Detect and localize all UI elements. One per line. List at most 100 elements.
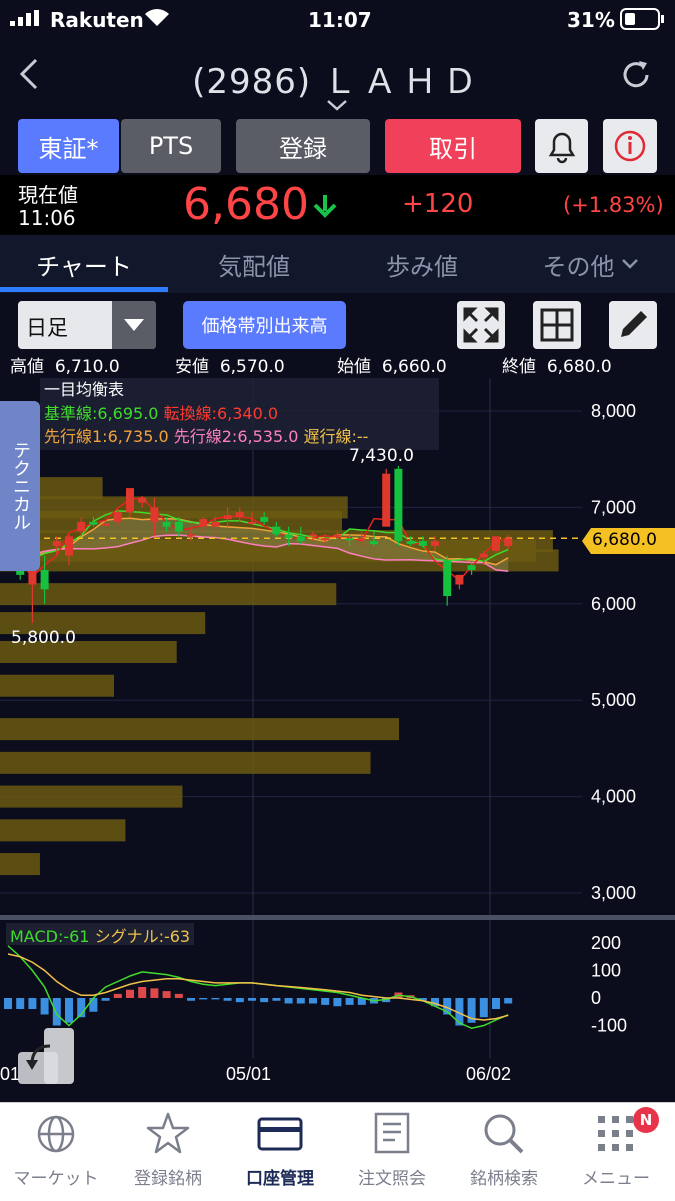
price-axis-tick: 6,000	[591, 594, 636, 614]
volume-profile-bar	[0, 718, 399, 741]
macd-histogram-bar	[492, 998, 500, 1009]
macd-histogram-bar	[479, 998, 488, 1018]
price-row: 現在値 11:06 6,680 +120 (+1.83%)	[0, 175, 675, 235]
card-icon	[257, 1117, 303, 1151]
technical-side-tab[interactable]: テクニカル	[0, 401, 40, 571]
nav-search[interactable]: 銘柄検索	[448, 1103, 560, 1201]
volume-profile-button[interactable]: 価格帯別出来高	[183, 301, 346, 349]
tab-other[interactable]: その他	[506, 235, 675, 293]
tab-chart-label: チャート	[36, 252, 132, 281]
price-chart[interactable]: 8,000 7,000 6,000 5,000 4,000 3,000 200 100 0 -10…	[0, 378, 675, 1098]
menu-badge-label: N	[639, 1111, 653, 1129]
refresh-icon[interactable]	[619, 58, 653, 96]
macd-histogram-bar	[333, 998, 342, 1007]
market-tse-button[interactable]: 東証*	[18, 119, 119, 173]
candle-body	[138, 497, 147, 503]
tab-quote[interactable]: 気配値	[170, 235, 338, 293]
candle-body	[52, 541, 61, 546]
candle-body	[187, 534, 195, 537]
candle-body	[284, 534, 293, 539]
expand-icon	[463, 307, 499, 343]
candle-body	[272, 526, 281, 535]
candle-body	[357, 538, 366, 541]
nav-watchlist[interactable]: 登録銘柄	[112, 1103, 224, 1201]
menu-badge: N	[633, 1107, 659, 1133]
pts-label: PTS	[148, 132, 194, 160]
candle-body	[260, 517, 269, 522]
ohlc-high: 高値 6,710.0	[10, 352, 120, 377]
register-button[interactable]: 登録	[236, 119, 370, 173]
pencil-icon	[621, 311, 647, 337]
alert-button[interactable]	[535, 119, 588, 173]
candle-body	[492, 536, 500, 551]
nav-menu-label: メニュー	[582, 1169, 650, 1189]
macd-histogram-bar	[296, 998, 305, 1004]
fullscreen-button[interactable]	[457, 301, 505, 349]
scroll-back-button[interactable]	[18, 1028, 76, 1086]
ohlc-open-value: 6,660.0	[381, 357, 447, 377]
candle-body	[467, 565, 476, 571]
peak-annotation: 7,430.0	[349, 446, 414, 466]
macd-histogram-bar	[199, 998, 208, 1000]
current-price-value: 6,680	[183, 179, 309, 230]
nav-orders[interactable]: 注文照会	[336, 1103, 448, 1201]
macd-histogram-bar	[4, 998, 12, 1009]
chikou-label: 遅行線:--	[303, 427, 369, 446]
price-axis-tick: 7,000	[591, 497, 636, 517]
candle-body	[223, 515, 232, 519]
candle-body	[89, 521, 98, 525]
candle-body	[418, 541, 427, 546]
ohlc-open-label: 始値	[337, 357, 371, 377]
price-change: +120	[402, 189, 474, 219]
macd-histogram-bar	[309, 998, 317, 1004]
nav-market[interactable]: マーケット	[0, 1103, 112, 1201]
candle-body	[370, 541, 378, 545]
candle-body	[162, 521, 171, 527]
candle-body	[77, 521, 86, 532]
trade-button[interactable]: 取引	[385, 119, 521, 173]
price-axis-tick: 4,000	[591, 787, 636, 807]
price-axis-tick: 3,000	[591, 883, 636, 903]
ohlc-low: 安値 6,570.0	[175, 352, 285, 377]
candle-body	[174, 521, 183, 532]
nav-account[interactable]: 口座管理	[224, 1103, 336, 1201]
indicator-legend-2: 先行線1:6,735.0 先行線2:6,535.0 遅行線:--	[44, 426, 368, 448]
caret-down-icon	[124, 319, 144, 331]
candle-body	[309, 534, 317, 537]
volume-profile-bar	[0, 853, 40, 876]
volume-profile-bar	[0, 819, 126, 842]
macd-histogram-bar	[150, 988, 159, 998]
volume-profile-bar	[0, 583, 337, 606]
date-axis-tick: 06/02	[466, 1064, 511, 1084]
macd-histogram-bar	[52, 998, 61, 1026]
chevron-down-icon[interactable]	[326, 96, 348, 115]
pts-button[interactable]: PTS	[121, 119, 221, 173]
candle-body	[40, 570, 49, 590]
macd-histogram-bar	[89, 998, 98, 1012]
current-price-time: 11:06	[18, 206, 76, 230]
current-price-label: 現在値	[18, 183, 78, 207]
battery-icon	[620, 8, 664, 34]
tab-ticks[interactable]: 歩み値	[338, 235, 506, 293]
star-icon	[146, 1112, 190, 1154]
macd-histogram-bar	[235, 998, 244, 1003]
macd-histogram-bar	[138, 987, 147, 998]
layout-button[interactable]	[533, 301, 581, 349]
tab-chart[interactable]: チャート	[0, 235, 168, 293]
candle-body	[113, 512, 122, 522]
info-button[interactable]	[603, 119, 657, 173]
tab-ticks-label: 歩み値	[386, 252, 458, 281]
macd-histogram-bar	[284, 998, 293, 1004]
macd-histogram-bar	[504, 998, 513, 1004]
candle-body	[382, 473, 391, 527]
macd-histogram-bar	[248, 998, 256, 1001]
candle-body	[296, 536, 305, 542]
period-select[interactable]: 日足	[18, 301, 156, 349]
macd-axis-tick: 200	[591, 933, 621, 953]
ohlc-low-value: 6,570.0	[219, 357, 285, 377]
candle-body	[443, 560, 452, 597]
tenkan-label: 転換線:6,340.0	[163, 404, 279, 423]
tab-quote-label: 気配値	[218, 252, 290, 281]
draw-button[interactable]	[609, 301, 657, 349]
candle-body	[345, 538, 354, 541]
